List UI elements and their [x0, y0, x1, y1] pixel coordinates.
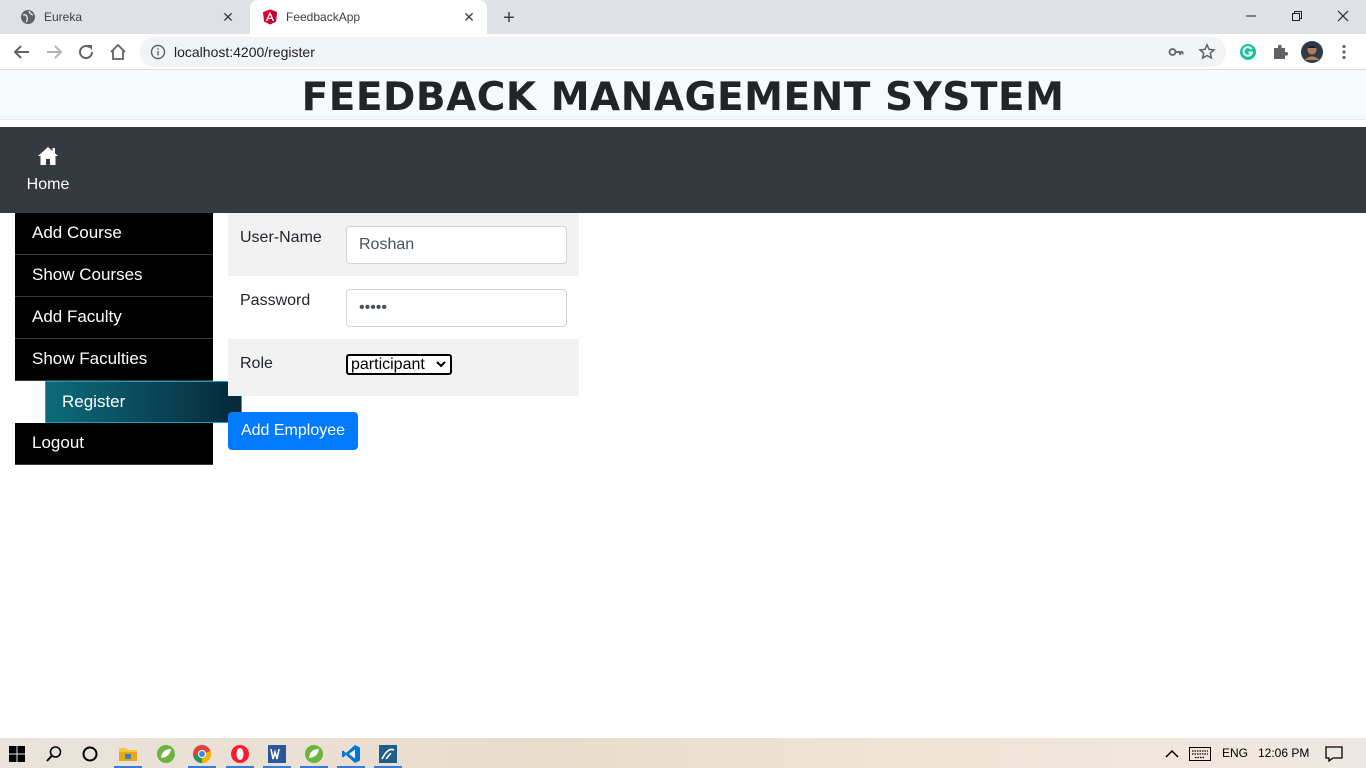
page-title: FEEDBACK MANAGEMENT SYSTEM	[301, 75, 1065, 120]
extensions-button[interactable]	[1268, 40, 1292, 64]
password-row: Password •••••	[228, 276, 579, 339]
reload-button[interactable]	[74, 40, 98, 64]
task-view-button[interactable]	[79, 743, 101, 765]
sidebar-item-add-course[interactable]: Add Course	[15, 213, 213, 255]
username-label: User-Name	[240, 229, 322, 246]
username-input[interactable]: Roshan	[346, 226, 567, 264]
vscode-icon	[342, 745, 360, 763]
close-tab-icon[interactable]: ✕	[461, 9, 477, 25]
close-window-button[interactable]	[1320, 0, 1366, 32]
role-select-value: participant	[351, 356, 425, 373]
kebab-menu-icon	[1342, 44, 1346, 60]
profile-avatar[interactable]	[1300, 40, 1324, 64]
sidebar-item-logout[interactable]: Logout	[15, 423, 213, 465]
taskbar-word[interactable]	[266, 743, 288, 765]
keyboard-icon	[1189, 747, 1211, 761]
top-navbar: Home	[0, 127, 1366, 213]
password-input[interactable]: •••••	[346, 289, 567, 327]
add-employee-button[interactable]: Add Employee	[228, 412, 358, 450]
arrow-left-icon	[13, 45, 29, 59]
taskbar-file-explorer[interactable]	[117, 743, 139, 765]
sidebar-item-show-courses[interactable]: Show Courses	[15, 255, 213, 297]
tab-title: Eureka	[44, 10, 83, 24]
info-icon[interactable]	[150, 44, 166, 60]
globe-icon	[20, 9, 36, 25]
browser-tab-eureka[interactable]: Eureka ✕	[8, 0, 246, 34]
taskbar-spring-tool[interactable]	[155, 743, 177, 765]
taskbar-sql-tool[interactable]	[377, 743, 399, 765]
taskbar-search-button[interactable]	[43, 743, 65, 765]
restore-button[interactable]	[1274, 0, 1320, 32]
windows-logo-icon	[9, 746, 25, 762]
reload-icon	[79, 45, 94, 60]
screen: Eureka ✕ FeedbackApp ✕ + localhost:4200/…	[0, 0, 1366, 768]
browser-menu-button[interactable]	[1332, 40, 1356, 64]
windows-start-button[interactable]	[6, 743, 28, 765]
taskbar-chrome[interactable]	[191, 743, 213, 765]
show-hidden-icons-button[interactable]	[1161, 743, 1183, 765]
nav-home-label: Home	[26, 176, 70, 193]
avatar-icon	[1301, 41, 1323, 63]
role-select[interactable]: participant	[346, 354, 452, 375]
taskbar-vscode[interactable]	[340, 743, 362, 765]
address-bar[interactable]: localhost:4200/register	[140, 37, 1226, 67]
restore-icon	[1292, 11, 1302, 21]
app-header: FEEDBACK MANAGEMENT SYSTEM	[0, 70, 1366, 120]
tab-title: FeedbackApp	[286, 10, 361, 24]
touch-keyboard-button[interactable]	[1189, 743, 1211, 765]
database-tool-icon	[379, 745, 397, 763]
spring-leaf-icon	[305, 745, 323, 763]
browser-tab-feedbackapp[interactable]: FeedbackApp ✕	[250, 0, 487, 34]
cortana-circle-icon	[82, 746, 98, 762]
opera-icon	[231, 745, 249, 763]
angular-icon	[262, 9, 278, 25]
browser-tab-strip: Eureka ✕ FeedbackApp ✕ +	[0, 0, 1366, 34]
browser-toolbar: localhost:4200/register	[0, 34, 1366, 70]
nav-home-link[interactable]: Home	[20, 145, 76, 194]
word-icon	[268, 745, 286, 763]
url-text: localhost:4200/register	[174, 44, 315, 60]
folder-icon	[119, 748, 137, 761]
minimize-button[interactable]	[1228, 0, 1274, 32]
chevron-up-icon	[1165, 749, 1179, 758]
action-center-button[interactable]	[1323, 743, 1345, 765]
minimize-icon	[1246, 15, 1256, 17]
new-tab-button[interactable]: +	[498, 7, 520, 29]
taskbar-spring-tool-2[interactable]	[303, 743, 325, 765]
os-taskbar: ENG 12:06 PM	[0, 738, 1366, 768]
notification-icon	[1325, 746, 1343, 762]
grammarly-icon	[1240, 44, 1256, 60]
chrome-icon	[193, 745, 212, 763]
home-button[interactable]	[106, 40, 130, 64]
close-icon	[1337, 10, 1349, 22]
search-icon	[46, 746, 62, 762]
role-label: Role	[240, 355, 273, 372]
language-indicator[interactable]: ENG	[1222, 746, 1248, 760]
back-button[interactable]	[10, 40, 34, 64]
chevron-down-icon	[436, 361, 446, 368]
sidebar-item-register[interactable]: Register	[45, 381, 242, 423]
sidebar-item-add-faculty[interactable]: Add Faculty	[15, 297, 213, 339]
sidebar-item-show-faculties[interactable]: Show Faculties	[15, 339, 213, 381]
puzzle-piece-icon	[1274, 44, 1289, 59]
clock[interactable]: 12:06 PM	[1258, 746, 1309, 760]
grammarly-extension-button[interactable]	[1236, 40, 1260, 64]
close-tab-icon[interactable]: ✕	[220, 9, 236, 25]
role-row: Role participant	[228, 339, 579, 396]
key-icon[interactable]	[1168, 44, 1184, 60]
password-label: Password	[240, 292, 311, 309]
bookmark-star-icon[interactable]	[1198, 42, 1216, 61]
home-icon	[38, 147, 58, 165]
forward-button[interactable]	[42, 40, 66, 64]
home-outline-icon	[110, 43, 126, 60]
spring-leaf-icon	[157, 745, 175, 763]
taskbar-opera[interactable]	[229, 743, 251, 765]
username-row: User-Name Roshan	[228, 213, 579, 276]
arrow-right-icon	[47, 45, 63, 59]
